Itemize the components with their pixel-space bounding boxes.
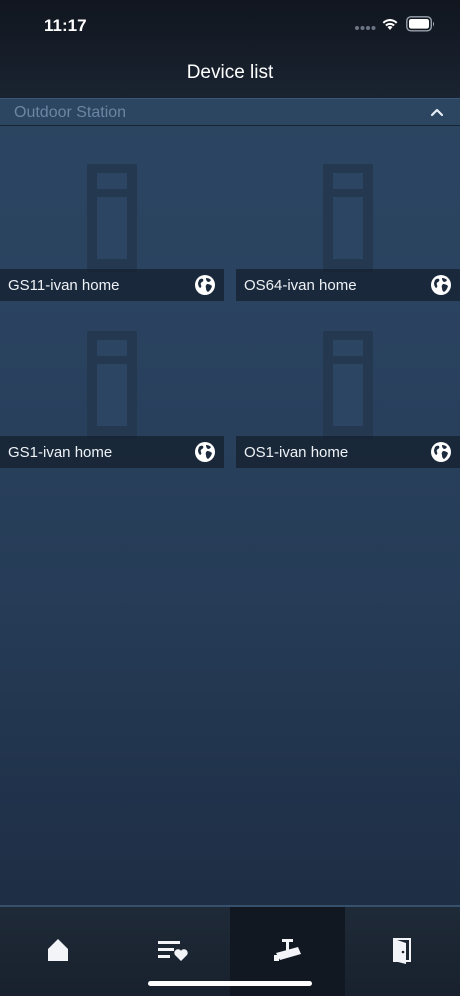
wifi-icon: [382, 19, 398, 30]
globe-icon: [431, 442, 451, 462]
page-title: Device list: [186, 62, 274, 83]
outdoor-station-icon: [323, 331, 373, 439]
section-title: Outdoor Station: [14, 104, 127, 121]
home-icon: [48, 939, 68, 961]
tab-home[interactable]: [0, 907, 115, 996]
globe-icon: [431, 275, 451, 295]
device-name: OS1-ivan home: [244, 444, 349, 461]
device-tile[interactable]: GS1-ivan home: [0, 300, 224, 468]
globe-icon: [195, 442, 215, 462]
outdoor-station-icon: [87, 164, 137, 272]
device-tile[interactable]: GS11-ivan home: [0, 133, 224, 301]
door-icon: [393, 938, 411, 964]
camera-icon: [274, 939, 301, 961]
globe-icon: [195, 275, 215, 295]
tab-door[interactable]: [345, 907, 460, 996]
chevron-up-icon[interactable]: [430, 107, 444, 117]
home-indicator: [148, 981, 312, 986]
device-name: OS64-ivan home: [244, 277, 357, 294]
device-name: GS11-ivan home: [8, 277, 120, 294]
device-tile[interactable]: OS64-ivan home: [236, 133, 460, 301]
device-label-bar: GS11-ivan home: [0, 269, 224, 301]
battery-icon: [406, 16, 435, 32]
outdoor-station-icon: [87, 331, 137, 439]
outdoor-station-icon: [323, 164, 373, 272]
favorites-list-icon: [158, 941, 188, 961]
cellular-signal-icon: [355, 26, 376, 30]
status-bar: 11:17: [0, 0, 460, 50]
device-label-bar: OS1-ivan home: [236, 436, 460, 468]
device-label-bar: OS64-ivan home: [236, 269, 460, 301]
device-label-bar: GS1-ivan home: [0, 436, 224, 468]
status-time: 11:17: [44, 16, 87, 35]
device-tile[interactable]: OS1-ivan home: [236, 300, 460, 468]
section-header-outdoor-station[interactable]: Outdoor Station: [0, 98, 460, 126]
device-name: GS1-ivan home: [8, 444, 113, 461]
header: 11:17 Device list: [0, 0, 460, 98]
app-screen: 11:17 Device list Outdoor Station GS11-i…: [0, 0, 460, 996]
